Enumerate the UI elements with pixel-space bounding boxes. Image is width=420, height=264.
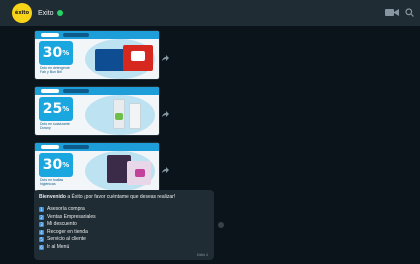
menu-option-3: 3 Mi descuento	[39, 221, 209, 229]
avatar-logo-text: éxito	[14, 10, 30, 16]
menu-option-label: Mi descuento	[47, 221, 77, 227]
chat-area: 30% Dcto en detergente Fab y Bon Bril 25…	[0, 26, 420, 264]
product-label	[131, 51, 145, 61]
menu-option-4: 4 Recoger en tienda	[39, 229, 209, 237]
contact-name[interactable]: Exito	[38, 10, 54, 17]
menu-option-1: 1 Asesoría compra	[39, 206, 209, 214]
promo-label-pill	[41, 33, 59, 37]
promo-image-message[interactable]: 30% Dcto en toallas higiénicas	[34, 142, 160, 192]
discount-badge: 30%	[39, 41, 73, 65]
welcome-intro-rest: a Éxito ¡por favor cuéntame que deseas r…	[65, 194, 176, 200]
keycap-3-icon: 3	[39, 222, 44, 228]
product-label	[135, 169, 145, 177]
menu-option-label: Ventas Empresariales	[47, 213, 96, 220]
welcome-intro: Bienvenido a Éxito ¡por favor cuéntame q…	[39, 194, 209, 201]
keycap-5-icon: 5	[39, 237, 44, 243]
menu-option-2: 2 Ventas Empresariales	[39, 214, 209, 222]
discount-badge: 25%	[39, 97, 73, 121]
share-icon[interactable]	[162, 111, 169, 117]
chat-header: éxito Exito	[0, 0, 420, 26]
discount-description: Dcto en toallas higiénicas	[40, 178, 64, 186]
discount-badge: 30%	[39, 153, 73, 177]
promo-image-message[interactable]: 30% Dcto en detergente Fab y Bon Bril	[34, 30, 160, 80]
product-bottle	[129, 103, 141, 129]
search-icon[interactable]	[405, 8, 414, 17]
promo-label-pill	[63, 145, 89, 149]
share-icon[interactable]	[162, 55, 169, 61]
menu-option-label: Servicio al cliente	[47, 236, 86, 242]
discount-description: Dcto en suavizante Downy	[40, 122, 70, 130]
discount-percent: 30	[42, 157, 63, 173]
menu-option-5: 5 Servicio al cliente	[39, 236, 209, 244]
menu-option-label: Ir al Menú	[47, 243, 70, 250]
promo-label-pill	[41, 145, 59, 149]
keycap-2-icon: 2	[39, 214, 44, 220]
menu-option-6: 6 Ir al Menú	[39, 244, 209, 252]
react-emoji-icon[interactable]	[218, 222, 224, 228]
verified-badge-icon	[56, 10, 63, 16]
menu-option-label: Asesoría compra	[47, 206, 85, 212]
message-timestamp: Editó 4	[197, 253, 208, 257]
promo-label-pill	[63, 89, 89, 93]
welcome-message[interactable]: Bienvenido a Éxito ¡por favor cuéntame q…	[34, 190, 214, 260]
menu-option-label: Recoger en tienda	[47, 228, 88, 235]
product-label	[115, 113, 123, 120]
keycap-6-icon: 6	[39, 244, 44, 250]
promo-label-pill	[63, 33, 89, 37]
share-icon[interactable]	[162, 167, 169, 173]
promo-label-pill	[41, 89, 59, 93]
video-call-icon[interactable]	[385, 8, 399, 17]
welcome-intro-bold: Bienvenido	[39, 194, 66, 200]
discount-description: Dcto en detergente Fab y Bon Bril	[40, 66, 70, 74]
contact-avatar[interactable]: éxito	[12, 3, 32, 23]
promo-image-message[interactable]: 25% Dcto en suavizante Downy	[34, 86, 160, 136]
discount-percent: 30	[42, 45, 63, 61]
discount-percent: 25	[42, 101, 63, 117]
keycap-4-icon: 4	[39, 229, 44, 235]
keycap-1-icon: 1	[39, 207, 44, 213]
